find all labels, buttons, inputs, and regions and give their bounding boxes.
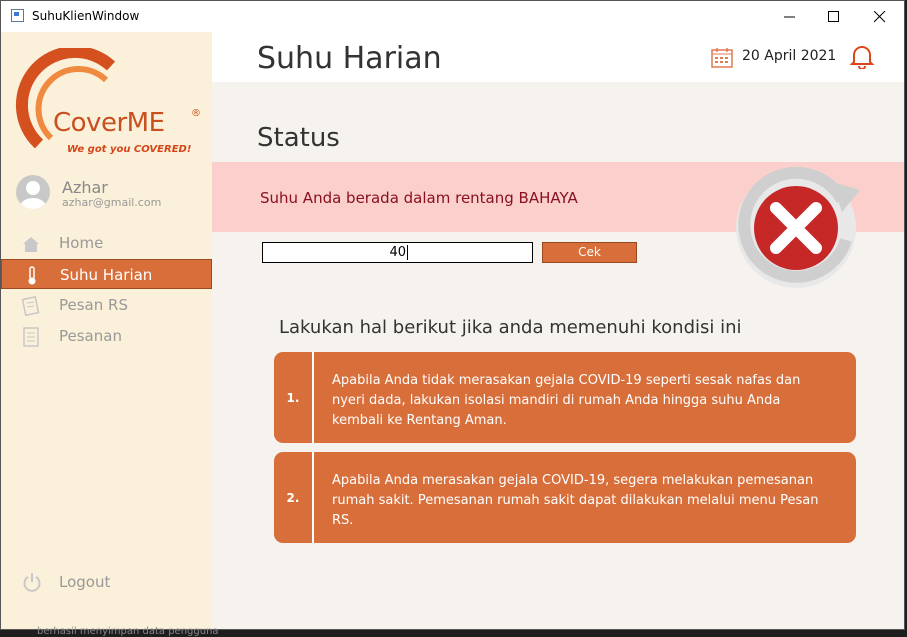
logout-label: Logout bbox=[59, 573, 111, 591]
status-message: Suhu Anda berada dalam rentang BAHAYA bbox=[260, 189, 578, 207]
sidebar-item-suhu-harian[interactable]: Suhu Harian bbox=[1, 259, 212, 289]
note-icon bbox=[21, 296, 41, 317]
instruction-card: 1. Apabila Anda tidak merasakan gejala C… bbox=[274, 352, 856, 443]
instruction-card: 2. Apabila Anda merasakan gejala COVID-1… bbox=[274, 452, 856, 543]
instruction-number: 1. bbox=[286, 390, 300, 405]
calendar-icon bbox=[711, 47, 733, 68]
user-email: azhar@gmail.com bbox=[62, 196, 162, 209]
sidebar: CoverME ® We got you COVERED! Azhar azha… bbox=[1, 32, 212, 629]
maximize-icon bbox=[828, 10, 839, 22]
instruction-text: Apabila Anda tidak merasakan gejala COVI… bbox=[332, 373, 801, 428]
power-icon bbox=[22, 572, 42, 592]
brand-logo: CoverME ® We got you COVERED! bbox=[11, 48, 206, 155]
document-icon bbox=[21, 327, 41, 347]
instruction-number: 2. bbox=[286, 490, 300, 505]
temperature-value: 40 bbox=[389, 245, 406, 260]
brand-tagline: We got you COVERED! bbox=[67, 144, 192, 155]
avatar bbox=[16, 175, 50, 209]
sidebar-item-pesan-rs[interactable]: Pesan RS bbox=[1, 290, 212, 320]
brand-registered: ® bbox=[191, 108, 201, 119]
title-bar: SuhuKlienWindow bbox=[1, 1, 904, 32]
minimize-button[interactable] bbox=[767, 1, 813, 32]
card-divider bbox=[312, 452, 314, 543]
text-caret bbox=[407, 245, 408, 260]
instructions-heading: Lakukan hal berikut jika anda memenuhi k… bbox=[279, 317, 742, 338]
minimize-icon bbox=[784, 16, 795, 17]
maximize-button[interactable] bbox=[811, 1, 857, 32]
app-icon bbox=[11, 9, 24, 22]
user-name: Azhar bbox=[62, 178, 108, 197]
bell-icon[interactable] bbox=[849, 45, 875, 70]
window-title: SuhuKlienWindow bbox=[32, 9, 140, 23]
logout-button[interactable]: Logout bbox=[1, 566, 212, 596]
instruction-text: Apabila Anda merasakan gejala COVID-19, … bbox=[332, 473, 819, 528]
check-button[interactable]: Cek bbox=[542, 242, 637, 263]
sidebar-item-label: Pesanan bbox=[59, 327, 122, 345]
sidebar-item-label: Home bbox=[59, 234, 104, 252]
brand-name: CoverME bbox=[53, 108, 165, 138]
main-content: Suhu Harian 20 April 2021 Status Suhu An… bbox=[212, 32, 904, 629]
sidebar-item-home[interactable]: Home bbox=[1, 228, 212, 258]
sidebar-item-label: Suhu Harian bbox=[60, 266, 153, 284]
status-heading: Status bbox=[257, 123, 340, 153]
app-window: SuhuKlienWindow CoverME ® We got you COV… bbox=[0, 0, 905, 630]
temperature-input[interactable]: 40 bbox=[262, 242, 533, 263]
background-console-text: berhasil menyimpan data pengguna bbox=[37, 626, 219, 637]
card-divider bbox=[312, 352, 314, 443]
current-date: 20 April 2021 bbox=[742, 48, 837, 64]
page-title: Suhu Harian bbox=[257, 41, 442, 76]
page-header: Suhu Harian 20 April 2021 bbox=[212, 32, 904, 82]
close-icon bbox=[874, 10, 886, 22]
thermometer-icon bbox=[22, 266, 42, 286]
sidebar-item-label: Pesan RS bbox=[59, 296, 128, 314]
danger-x-icon bbox=[730, 160, 866, 294]
home-icon bbox=[21, 234, 41, 254]
sidebar-item-pesanan[interactable]: Pesanan bbox=[1, 321, 212, 351]
close-button[interactable] bbox=[857, 1, 903, 32]
